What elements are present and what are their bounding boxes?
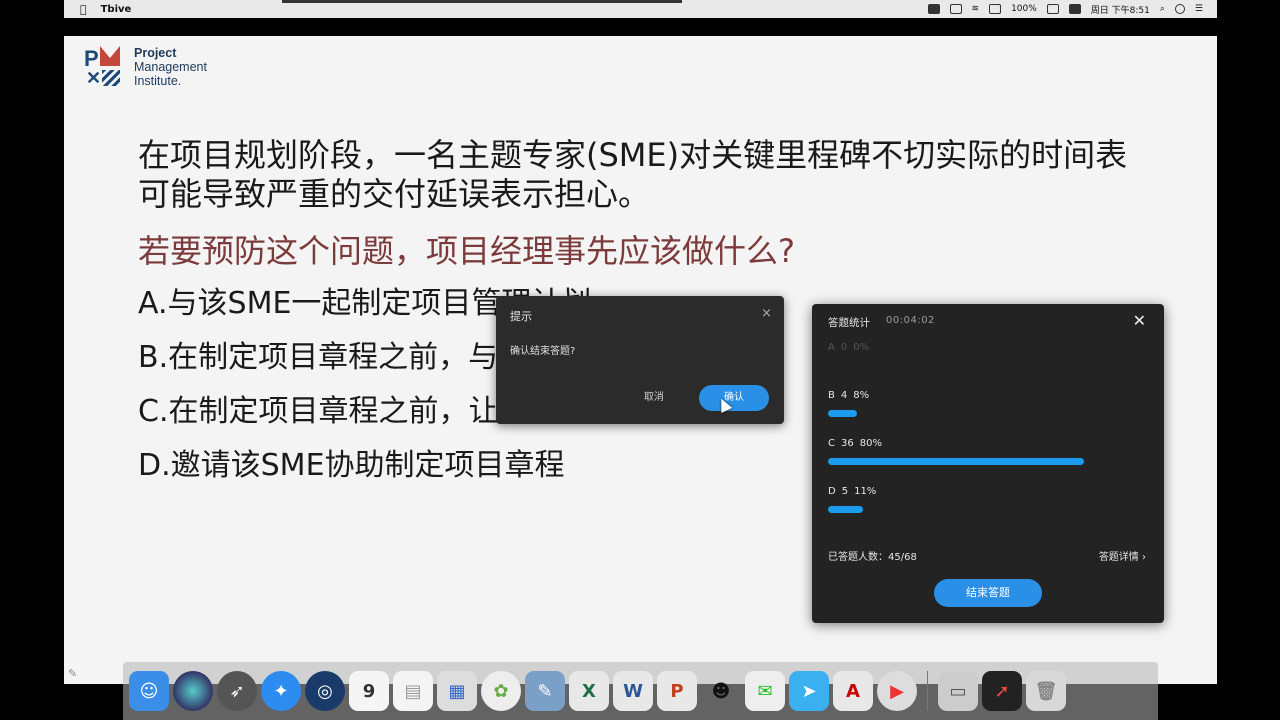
end-answering-button[interactable]: 结束答题 — [934, 579, 1042, 607]
dialog-title: 提示 — [510, 310, 532, 323]
feishu-icon[interactable]: ➤ — [789, 671, 829, 711]
battery-icon[interactable] — [1046, 4, 1059, 14]
screenshot-icon[interactable]: ▭ — [938, 671, 978, 711]
acrobat-icon[interactable]: A — [833, 671, 873, 711]
stats-close-icon[interactable]: ✕ — [1133, 311, 1146, 330]
dock-separator — [927, 671, 928, 711]
terminal-icon[interactable]: ➚ — [982, 671, 1022, 711]
photos-icon[interactable]: ✿ — [481, 671, 521, 711]
wechat-icon[interactable]: ✉ — [745, 671, 785, 711]
video-icon[interactable]: ▶ — [877, 671, 917, 711]
siri-icon[interactable] — [173, 671, 213, 711]
qq-icon[interactable]: ☻ — [701, 671, 741, 711]
airplay-icon[interactable] — [989, 4, 1002, 14]
spotlight-icon[interactable]: ⌕ — [1160, 4, 1165, 14]
launchpad-icon[interactable]: ➶ — [217, 671, 257, 711]
window-title-strip — [282, 0, 682, 3]
stats-bar-c — [828, 458, 1084, 465]
excel-icon[interactable]: X — [569, 671, 609, 711]
pmi-logo: P ✕ Project Management Institute. — [84, 46, 207, 88]
preview-icon[interactable]: ▦ — [437, 671, 477, 711]
status-app-icon[interactable] — [927, 4, 940, 14]
pmi-logo-text: Project Management Institute. — [134, 46, 207, 88]
notification-center-icon[interactable]: ☰ — [1195, 4, 1203, 14]
calendar-icon[interactable]: 9 — [349, 671, 389, 711]
question-text: 在项目规划阶段，一名主题专家(SME)对关键里程碑不切实际的时间表可能导致严重的… — [138, 136, 1128, 213]
dock: ☺ ➶ ✦ ◎ 9 ▤ ▦ ✿ ✎ X W P ☻ ✉ ➤ A ▶ ▭ ➚ 🗑 — [123, 662, 1158, 720]
answered-count: 已答题人数：45/68 — [828, 552, 917, 563]
option-d: D.邀请该SME协助制定项目章程 — [138, 448, 565, 483]
pen-tool-icon[interactable]: ✎ — [68, 667, 77, 680]
confirm-dialog: 提示 × 确认结束答题? 取消 确认 — [496, 296, 784, 424]
stats-timer: 00:04:02 — [886, 315, 935, 326]
stats-row-d: D 5 11% — [828, 486, 877, 497]
stats-bar-b — [828, 410, 857, 417]
answer-details-link[interactable]: 答题详情 › — [1099, 548, 1146, 563]
screen:  Tbive ≋ 100% 周日 下午8:51 ⌕ ☰ P ✕ — [0, 0, 1280, 720]
siri-menu-icon[interactable] — [1174, 4, 1185, 14]
status-area: ≋ 100% 周日 下午8:51 ⌕ ☰ — [927, 3, 1217, 16]
pmi-logo-mark-icon: P ✕ — [84, 46, 126, 88]
trash-icon[interactable]: 🗑 — [1026, 671, 1066, 711]
apple-menu-icon[interactable]:  — [80, 3, 87, 16]
input-method-icon[interactable] — [1068, 4, 1081, 14]
question-ask: 若要预防这个问题，项目经理事先应该做什么? — [138, 232, 795, 270]
battery-percent: 100% — [1011, 4, 1037, 14]
finder-icon[interactable]: ☺ — [129, 671, 169, 711]
status-app2-icon[interactable] — [949, 4, 962, 14]
dialog-message: 确认结束答题? — [510, 346, 576, 357]
stats-row-c: C 36 80% — [828, 438, 882, 449]
cancel-button[interactable]: 取消 — [644, 388, 664, 403]
stats-row-b: B 4 8% — [828, 390, 870, 401]
wifi-icon[interactable]: ≋ — [972, 4, 980, 14]
dialog-close-icon[interactable]: × — [761, 306, 772, 321]
word-icon[interactable]: W — [613, 671, 653, 711]
stats-title: 答题统计 — [828, 317, 870, 329]
answer-stats-panel: 答题统计 00:04:02 ✕ A 0 0% B 4 8% C 36 80% D 5 11% 已… — [812, 304, 1164, 623]
stats-bar-d — [828, 506, 863, 513]
confirm-button[interactable]: 确认 — [699, 385, 769, 411]
app-name-menu[interactable]: Tbive — [101, 4, 132, 15]
notes-icon[interactable]: ▤ — [393, 671, 433, 711]
clock[interactable]: 周日 下午8:51 — [1091, 3, 1150, 16]
stats-row-a: A 0 0% — [828, 342, 870, 353]
quicktime-icon[interactable]: ◎ — [305, 671, 345, 711]
safari-icon[interactable]: ✦ — [261, 671, 301, 711]
powerpoint-icon[interactable]: P — [657, 671, 697, 711]
app-icon[interactable]: ✎ — [525, 671, 565, 711]
